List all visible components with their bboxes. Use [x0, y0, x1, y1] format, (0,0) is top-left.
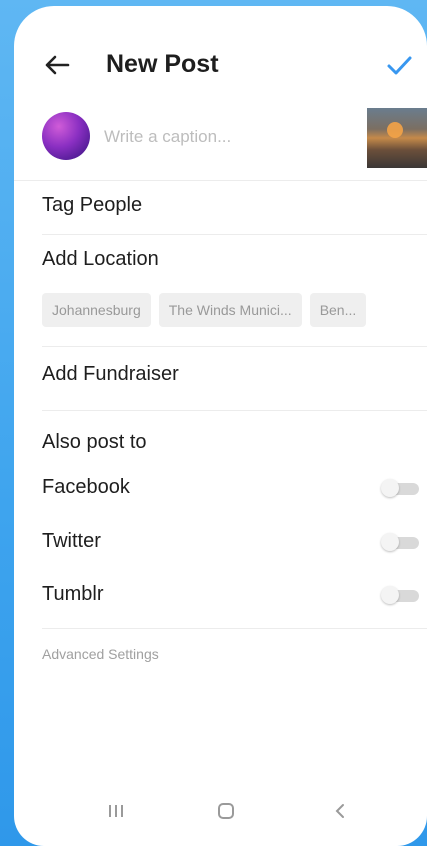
location-chip[interactable]: Johannesburg	[42, 293, 151, 327]
caption-input[interactable]	[102, 122, 336, 152]
twitter-toggle[interactable]	[381, 533, 419, 551]
toggle-knob	[381, 533, 399, 551]
advanced-settings-link[interactable]: Advanced Settings	[42, 646, 159, 662]
facebook-toggle[interactable]	[381, 479, 419, 497]
home-icon[interactable]	[206, 796, 246, 826]
toggle-knob	[381, 586, 399, 604]
checkmark-icon[interactable]	[385, 52, 413, 80]
twitter-label: Twitter	[42, 530, 101, 552]
divider	[42, 234, 427, 235]
top-bar: New Post	[14, 6, 427, 96]
caption-row	[14, 102, 427, 181]
divider	[42, 628, 427, 629]
tumblr-toggle[interactable]	[381, 586, 419, 604]
location-suggestions: Johannesburg The Winds Munici... Ben...	[42, 293, 427, 333]
toggle-knob	[381, 479, 399, 497]
facebook-label: Facebook	[42, 476, 130, 498]
add-fundraiser-item[interactable]: Add Fundraiser	[42, 363, 427, 386]
location-chip[interactable]: Ben...	[309, 293, 367, 327]
thumbnail-sun	[387, 122, 403, 138]
add-location-item[interactable]: Add Location	[42, 248, 427, 271]
phone-screen: New Post Tag People Add Location Johanne…	[14, 6, 427, 846]
divider	[42, 410, 427, 411]
divider	[42, 346, 427, 347]
back-nav-icon[interactable]	[320, 796, 360, 826]
recent-apps-icon[interactable]	[96, 796, 136, 826]
avatar	[42, 112, 90, 160]
page-title: New Post	[106, 50, 219, 78]
system-nav-bar	[14, 776, 427, 846]
also-post-to-heading: Also post to	[42, 431, 147, 453]
tumblr-label: Tumblr	[42, 583, 104, 605]
tag-people-item[interactable]: Tag People	[42, 194, 427, 217]
arrow-left-icon[interactable]	[42, 50, 72, 80]
location-chip[interactable]: The Winds Munici...	[158, 293, 302, 327]
post-image-thumbnail[interactable]	[367, 108, 427, 168]
